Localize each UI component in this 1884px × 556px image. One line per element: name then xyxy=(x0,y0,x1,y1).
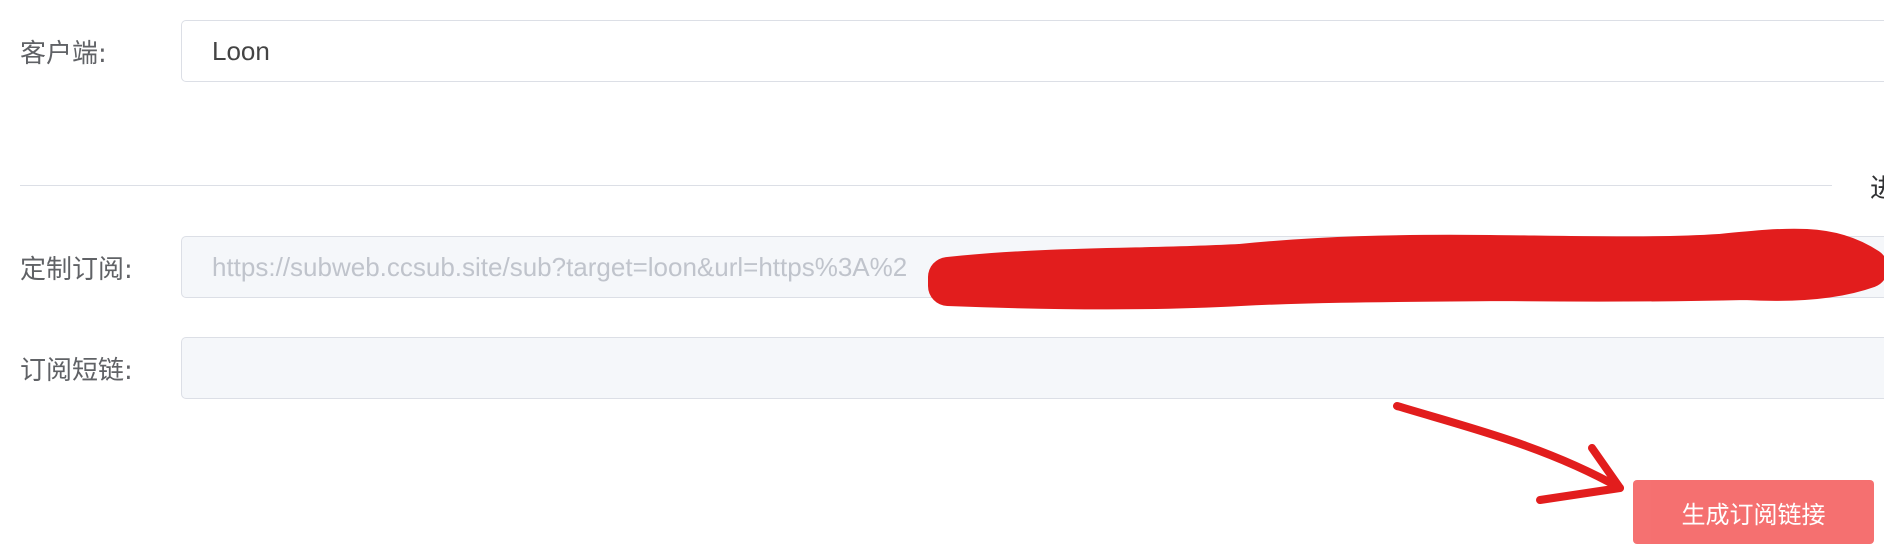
arrow-head-icon xyxy=(1536,444,1624,504)
divider-text: 进 xyxy=(1870,174,1884,204)
custom-sub-input[interactable]: https://subweb.ccsub.site/sub?target=loo… xyxy=(181,236,1884,298)
generate-sub-link-button[interactable]: 生成订阅链接 xyxy=(1633,480,1874,544)
subscription-form: 客户端: Loon 进 定制订阅: https://subweb.ccsub.s… xyxy=(0,0,1884,556)
custom-sub-label: 定制订阅: xyxy=(20,255,133,285)
client-select-value: Loon xyxy=(212,35,270,66)
short-link-input[interactable] xyxy=(181,337,1884,399)
custom-sub-value: https://subweb.ccsub.site/sub?target=loo… xyxy=(212,251,908,282)
client-label: 客户端: xyxy=(20,39,107,69)
client-select[interactable]: Loon xyxy=(181,20,1884,82)
short-link-label: 订阅短链: xyxy=(20,356,133,386)
arrow-icon xyxy=(1393,402,1624,492)
section-divider xyxy=(20,185,1832,186)
